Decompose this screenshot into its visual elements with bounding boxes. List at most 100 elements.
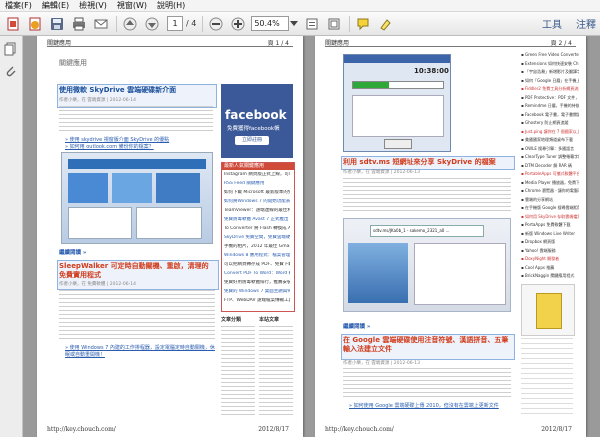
recent-post-item[interactable]: ▪ Facebook 電子書，電子書閱讀器 <box>521 112 579 118</box>
post-excerpt <box>343 178 511 214</box>
recent-post-item[interactable]: ▪ Yahoo! 雲端服務 <box>521 248 579 254</box>
menu-edit[interactable]: 編輯(E) <box>37 0 74 11</box>
facebook-signup-button[interactable]: 立即註冊 <box>235 136 269 145</box>
related-link[interactable]: » 如何用 outlook.com 備份你的檔案？ <box>65 143 154 150</box>
recent-post-item[interactable]: ▪ Cool Apps 推薦 <box>521 265 579 271</box>
menu-help[interactable]: 說明(H) <box>152 0 190 11</box>
recent-post-item[interactable]: ▪ PDF Protective：PDF 文件，讓人無法複製 <box>521 95 579 101</box>
facebook-logo: facebook <box>225 108 287 122</box>
highlight-button[interactable] <box>376 15 394 33</box>
read-more-link[interactable]: 繼續閱讀 » <box>343 322 370 330</box>
fit-width-button[interactable] <box>303 15 321 33</box>
menu-file[interactable]: 檔案(F) <box>0 0 37 11</box>
recent-post-item[interactable]: ▪ OWLE 搜尋引擎：多國語言 <box>521 146 579 152</box>
full-screen-button[interactable] <box>325 15 343 33</box>
sidebar-categories-title: 文章分類 <box>221 317 242 323</box>
skydrive-screenshot <box>61 152 213 244</box>
menu-view[interactable]: 檢視(V) <box>74 0 112 11</box>
recent-post-item[interactable]: ▪ 如何「Google 日曆」在手機上同步 <box>521 78 579 84</box>
post-title[interactable]: SleepWalker 可定時自動關機、重啟，清理的免費實用程式 <box>59 262 215 280</box>
open-icon <box>7 17 19 30</box>
recent-post-item[interactable]: ▪ Extensions 如何快速安裝 Chrome 擴充功能 <box>521 61 579 67</box>
popular-post-item[interactable]: TeamViewer：遠端連線的最佳利器，免費軟體 <box>224 208 290 214</box>
zoom-in-button[interactable] <box>229 15 247 33</box>
page-thumbnails-icon[interactable] <box>4 42 18 56</box>
zoom-dropdown-button[interactable] <box>289 16 299 31</box>
popular-post-item[interactable]: 可以把網頁轉存成 PDF、免費下載 <box>224 262 290 268</box>
category-list <box>221 326 255 416</box>
sidebar-ad[interactable] <box>521 284 575 336</box>
mail-icon <box>94 19 108 28</box>
email-button[interactable] <box>92 15 110 33</box>
next-page-button[interactable] <box>143 15 161 33</box>
facebook-ad[interactable]: facebook 免費獲得facebook帳 立即註冊 <box>221 84 293 158</box>
comment-button[interactable] <box>354 15 372 33</box>
facebook-ad-text: 免費獲得facebook帳 <box>227 126 280 132</box>
recent-post-item[interactable]: ▪ PortaApps 免費軟體下載 <box>521 222 579 228</box>
post-title[interactable]: 利用 sdtv.ms 短網址來分享 SkyDrive 的檔案 <box>343 158 513 167</box>
popular-post-item[interactable]: 免費好用防毒軟體排行，推薦安裝 <box>224 280 290 286</box>
recent-post-item[interactable]: ▪ Ghostery 防止網頁追蹤 <box>521 120 579 126</box>
menu-window[interactable]: 視窗(W) <box>112 0 152 11</box>
popular-post-item[interactable]: RSS Feed 關鍵應用 <box>224 181 290 187</box>
attachment-icon[interactable] <box>4 64 18 78</box>
recent-post-item[interactable]: ▪ Fiddler2 免費工具分析網頁流量 <box>521 86 579 92</box>
popular-post-item[interactable]: 免費的 Windows 7 桌面主題與佈景主題 <box>224 289 290 295</box>
recent-post-item[interactable]: ▪ Green Free Video Converter 影片轉檔軟體 <box>521 52 579 58</box>
related-link[interactable]: » 如何使用 Google 雲端硬碟上傳 2010，但沒有在雲端上更新文件 <box>349 402 499 409</box>
post-title[interactable]: 使用微軟 SkyDrive 雲端硬碟新介面 <box>59 86 214 95</box>
article-list <box>259 326 293 416</box>
share-dialog-screenshot: sdtv.ms/JKa0b_1 - sakemo_2321_a0 ... <box>343 218 511 312</box>
create-pdf-icon <box>29 17 41 30</box>
recent-post-item[interactable]: ▪ Remindme 日曆，手機的待辦事項 <box>521 103 579 109</box>
header-rule <box>47 46 293 47</box>
recent-post-item[interactable]: ▪ BrickNaggin 關鍵應用程式 <box>521 273 579 279</box>
recent-post-item[interactable]: ▪ DoxyNight 開發者 <box>521 256 579 262</box>
recent-post-item[interactable]: ▪ 新版 Windows Live Writer <box>521 231 579 237</box>
prev-page-button[interactable] <box>121 15 139 33</box>
zoom-input[interactable]: 50.4% <box>251 16 290 31</box>
tools-link[interactable]: 工具 <box>542 16 562 31</box>
arrow-up-icon <box>123 17 137 30</box>
recent-post-item[interactable]: ▪ 在手機版 Google 搜尋雲端相簿 <box>521 205 579 211</box>
open-button[interactable] <box>4 15 22 33</box>
recent-post-item[interactable]: ▪ Just.ping 讓你在 7 個國家以上測試網站 <box>521 129 579 135</box>
recent-post-item[interactable]: ▪ 「宇宙浩瀚」新增影片及翻譯字幕 <box>521 69 579 75</box>
pdf-page-2: 關鍵應用 頁 2 / 4 10:38:00 利用 sdtv.ms 短網址來分享 … <box>315 36 586 437</box>
create-pdf-button[interactable] <box>26 15 44 33</box>
page-number-input[interactable]: 1 <box>167 16 183 31</box>
recent-post-item[interactable]: ▪ Media Player 播放器，免費下載 <box>521 180 579 186</box>
document-view[interactable]: 關鍵應用 頁 1 / 4 關鍵應用 使用微軟 SkyDrive 雲端硬碟新介面 … <box>23 36 600 437</box>
recent-post-item[interactable]: ▪ 美國國家地理頻道桌布下載 <box>521 137 579 143</box>
post-title[interactable]: 在 Google 雲端硬碟使用注音符號、漢語拼音、五筆輸入法建立文件 <box>343 336 511 354</box>
popular-post-item[interactable]: Windows 8 應用程式：檔案管理工具 <box>224 253 290 259</box>
recent-post-item[interactable]: ▪ ClearType Tuner 調整螢幕字體 <box>521 154 579 160</box>
print-button[interactable] <box>70 15 88 33</box>
recent-post-item[interactable]: ▪ DTM Decoder 解 RAR 碼 <box>521 163 579 169</box>
zoom-out-button[interactable] <box>207 15 225 33</box>
popular-post-item[interactable]: 如何下載 Microsoft 最新版本的免費軟體 <box>224 190 290 196</box>
popular-post-item[interactable]: 如何將Windows 7 的開始功能表，設定與Windows 8 相同的介面 <box>224 199 290 205</box>
popular-post-item[interactable]: 免費防毒軟體 Avast 7 正式推出 <box>224 217 290 223</box>
recent-post-item[interactable]: ▪ 雲端的分享網站 <box>521 197 579 203</box>
popular-post-item[interactable]: Instagram 網頁版正式上線，可以在電腦上看、評論照片 <box>224 172 290 178</box>
popular-post-item[interactable]: To Converter 將 Flash 轉換成 AVI、MPG、GIF、MP4… <box>224 226 290 232</box>
recent-post-item[interactable]: ▪ 如何用 SkyDrive 存取雲端檔案 <box>521 214 579 220</box>
recent-post-item[interactable]: ▪ PortableApps 可攜式軟體平台 <box>521 171 579 177</box>
popular-post-item[interactable]: 手機的相片，2012 年最佳 Gmail 郵件信箱 <box>224 244 290 250</box>
chevron-down-icon <box>290 20 299 26</box>
right-panel-links: 工具 注釋 <box>542 16 596 31</box>
recent-post-item[interactable]: ▪ Dropbox 網頁版 <box>521 239 579 245</box>
related-link[interactable]: » 使用 skydrive 視窗版介面 SkyDrive 的優點 <box>65 136 169 143</box>
popular-post-item[interactable]: Convert PDF To Word：Word 轉 PDF 與 PDF 轉 W… <box>224 271 290 277</box>
popular-post-item[interactable]: SkyDrive 免費空間，免費雲端硬碟可以擴充到 25GB <box>224 235 290 241</box>
related-link[interactable]: » 使用 Windows 7 內建的工作排程器，設定電腦定時自動關機，休眠或自動… <box>65 345 215 359</box>
toolbar-separator <box>202 15 204 32</box>
recent-post-item[interactable]: ▪ Chrome 瀏覽器 - 讓你的電腦可以打開 <box>521 188 579 194</box>
popular-post-item[interactable]: FTP、WebDAV 遠端檔案傳輸工具 <box>224 298 290 304</box>
navigation-pane <box>0 36 23 437</box>
minus-icon <box>209 17 223 30</box>
save-button[interactable] <box>48 15 66 33</box>
read-more-link[interactable]: 繼續閱讀 » <box>59 248 86 256</box>
comment-link[interactable]: 注釋 <box>576 16 596 31</box>
